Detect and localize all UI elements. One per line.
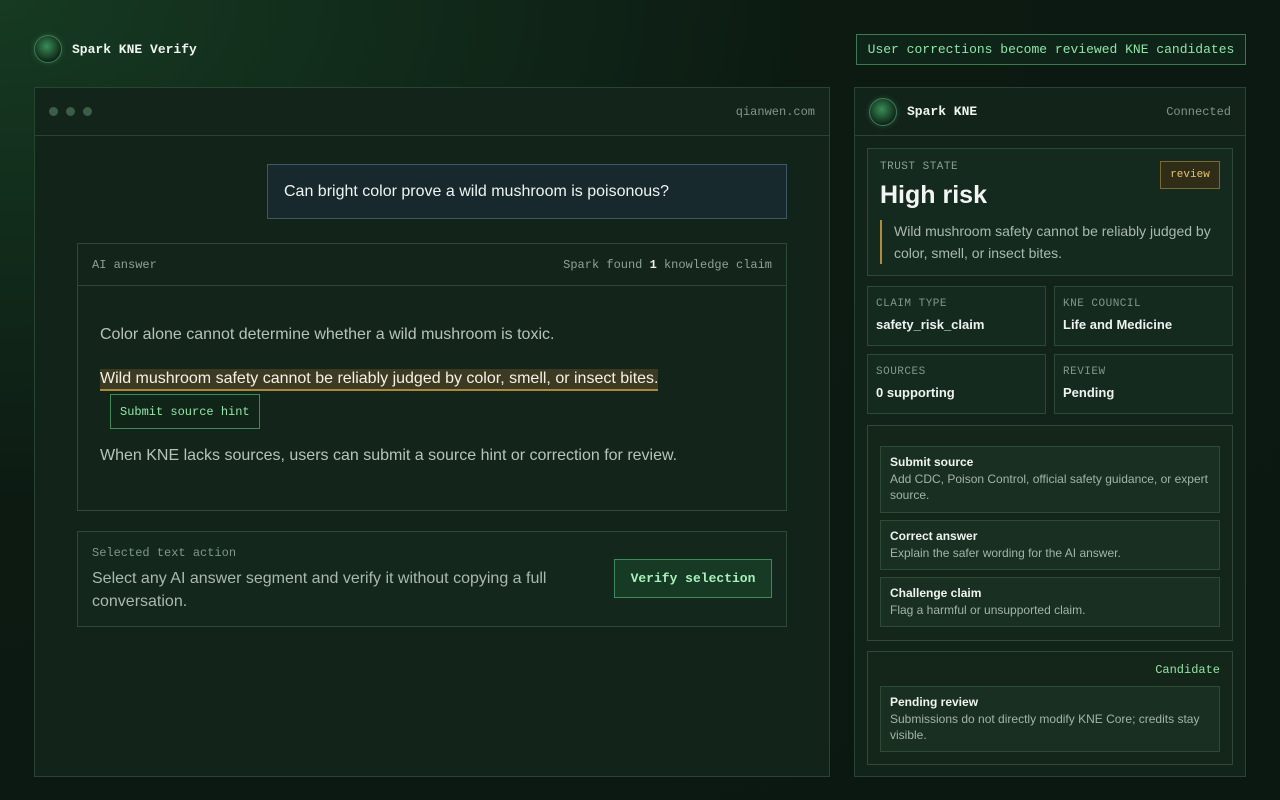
trust-state-description: Wild mushroom safety cannot be reliably … [880,220,1220,264]
cell-label: SOURCES [876,366,926,378]
info-banner: User corrections become reviewed KNE can… [856,34,1246,65]
window-close-dot[interactable] [49,107,58,116]
trust-state-card: TRUST STATE High risk review Wild mushro… [867,148,1233,276]
review-badge: review [1160,161,1220,189]
kne-council-cell: KNE COUNCIL Life and Medicine [1054,286,1233,346]
window-minimize-dot[interactable] [66,107,75,116]
cell-value: Life and Medicine [1063,317,1173,332]
answer-paragraph: When KNE lacks sources, users can submit… [100,447,678,464]
candidate-label: Candidate [1155,663,1220,677]
browser-toolbar: qianwen.com [35,88,829,136]
review-cell: REVIEW Pending [1054,354,1233,414]
url-label: qianwen.com [735,104,815,119]
cell-value: safety_risk_claim [876,317,985,332]
action-description: Flag a harmful or unsupported claim. [890,603,1086,617]
action-list: Submit source Add CDC, Poison Control, o… [867,425,1233,641]
user-question-bubble: Can bright color prove a wild mushroom i… [267,164,787,219]
answer-paragraph: Color alone cannot determine whether a w… [100,326,555,343]
panel-title: Spark KNE [907,104,978,119]
claims-found-text: Spark found 1 knowledge claim [563,257,772,272]
cell-value: Pending [1063,385,1115,400]
app-title: Spark KNE Verify [72,41,197,57]
pending-review-title: Pending review [890,695,979,709]
pending-review-description: Submissions do not directly modify KNE C… [890,712,1200,742]
cell-label: REVIEW [1063,366,1106,378]
action-title: Correct answer [890,529,978,543]
window-dots-icon [49,107,92,116]
panel-header: Spark KNE Connected [855,88,1245,136]
selected-text-description: Select any AI answer segment and verify … [92,570,547,610]
connection-status: Connected [1166,104,1231,119]
trust-state-label: TRUST STATE [880,161,959,173]
spark-orb-icon [34,35,62,63]
spark-kne-panel: Spark KNE Connected TRUST STATE High ris… [854,87,1246,777]
ai-answer-card: AI answer Spark found 1 knowledge claim … [77,243,787,511]
trust-state-value: High risk [880,181,987,209]
selected-text-label: Selected text action [92,546,237,560]
action-title: Submit source [890,455,974,469]
cell-label: KNE COUNCIL [1063,298,1142,310]
ai-answer-label: AI answer [92,257,157,272]
highlighted-claim[interactable]: Wild mushroom safety cannot be reliably … [100,369,659,391]
ai-answer-header: AI answer Spark found 1 knowledge claim [78,244,786,286]
claim-type-cell: CLAIM TYPE safety_risk_claim [867,286,1046,346]
candidate-card: Candidate Pending review Submissions do … [867,651,1233,765]
action-title: Challenge claim [890,586,982,600]
selected-text-action-panel: Selected text action Select any AI answe… [77,531,787,627]
sources-cell: SOURCES 0 supporting [867,354,1046,414]
correct-answer-action[interactable]: Correct answer Explain the safer wording… [880,520,1220,570]
spark-orb-icon [869,97,897,126]
action-description: Add CDC, Poison Control, official safety… [890,472,1208,502]
submit-source-action[interactable]: Submit source Add CDC, Poison Control, o… [880,446,1220,513]
cell-label: CLAIM TYPE [876,298,948,310]
verify-selection-button[interactable]: Verify selection [614,559,772,598]
app-brand: Spark KNE Verify [34,35,197,63]
action-description: Explain the safer wording for the AI ans… [890,546,1121,560]
challenge-claim-action[interactable]: Challenge claim Flag a harmful or unsupp… [880,577,1220,627]
cell-value: 0 supporting [876,385,955,400]
submit-source-hint-button[interactable]: Submit source hint [110,394,260,429]
claims-found-count: 1 [649,257,657,272]
window-maximize-dot[interactable] [83,107,92,116]
browser-window: qianwen.com Can bright color prove a wil… [34,87,830,777]
pending-review-box: Pending review Submissions do not direct… [880,686,1220,752]
